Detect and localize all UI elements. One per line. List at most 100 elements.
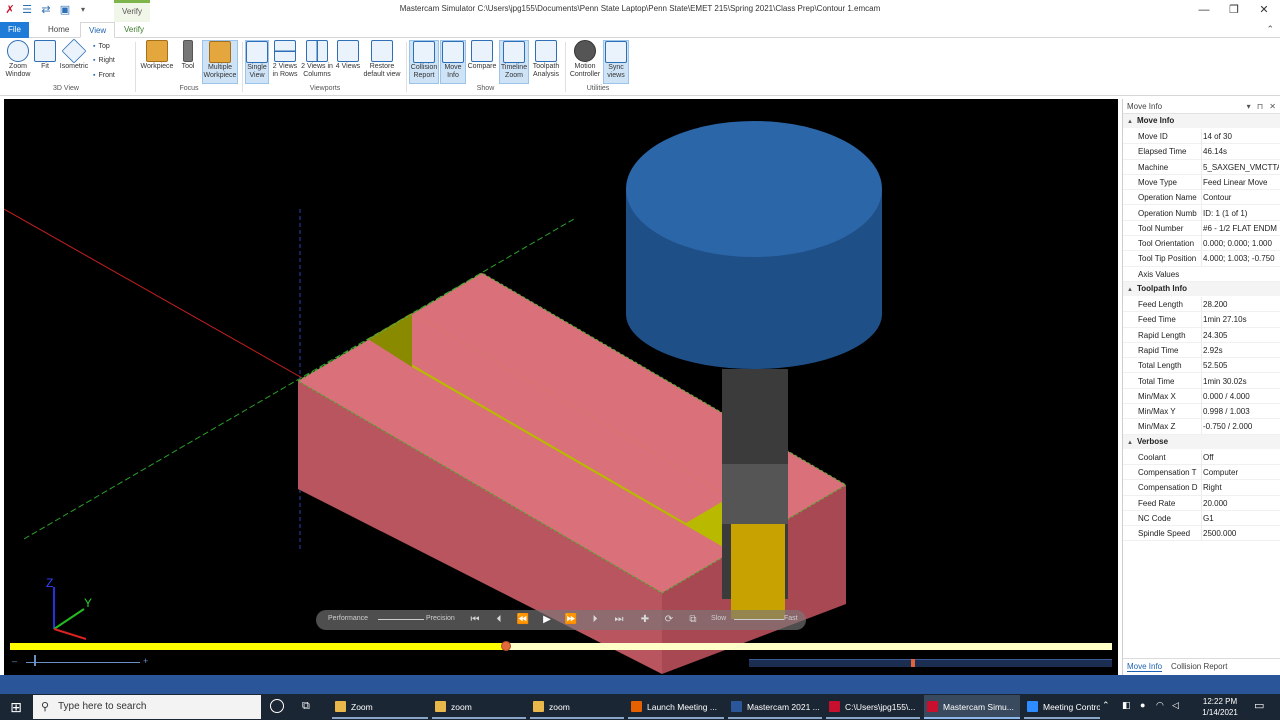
property-row: Coolant Off [1123, 449, 1280, 465]
single-view-button[interactable]: Single View [245, 40, 269, 84]
toolpath-analysis-button[interactable]: Toolpath Analysis [530, 40, 562, 84]
performance-label: Performance [328, 615, 369, 622]
taskbar-search-box[interactable]: ⚲ Type here to search [33, 695, 261, 719]
overview-marker [911, 659, 915, 667]
volume-icon[interactable]: ◁ [1172, 700, 1179, 711]
taskbar-app-button[interactable]: zoom [530, 695, 624, 719]
fast-forward-icon[interactable]: ⏩ [564, 613, 578, 627]
step-forward-icon[interactable]: ⏵ [588, 613, 602, 627]
zoom-window-button[interactable]: Zoom Window [3, 40, 33, 84]
section-header[interactable]: Toolpath Info [1123, 282, 1280, 296]
section-header[interactable]: Move Info [1123, 114, 1280, 128]
workpiece-button[interactable]: Workpiece [140, 40, 174, 84]
two-views-columns-button[interactable]: 2 Views in Columns [301, 40, 333, 84]
taskbar-app-button[interactable]: Launch Meeting ... [628, 695, 724, 719]
compare-icon [471, 40, 493, 62]
first-move-icon[interactable]: ⏮ [468, 613, 482, 627]
tab-move-info[interactable]: Move Info [1127, 662, 1163, 672]
gizmo-x [53, 628, 87, 640]
simulation-viewport[interactable]: Z Y Performance Precision ⏮ ⏴ ⏪ ▶ ⏩ ⏵ ⏭ … [4, 99, 1118, 675]
move-info-button[interactable]: Move Info [440, 40, 466, 84]
group-separator [406, 42, 407, 92]
save-icon[interactable]: ▣ [58, 3, 72, 17]
move-info-panel: Move Info ▾ ⊓ ✕ Move Info Move ID 14 of 30… [1122, 99, 1280, 675]
taskbar-app-button[interactable]: Meeting Controls [1024, 695, 1100, 719]
tool-button[interactable]: Tool [176, 40, 200, 84]
restore-button[interactable]: ❐ [1218, 0, 1250, 22]
microphone-icon[interactable]: ● [1140, 700, 1145, 710]
zoom-in-button[interactable]: + [143, 656, 148, 666]
restore-view-icon [371, 40, 393, 62]
multiple-workpiece-button[interactable]: Multiple Workpiece [202, 40, 238, 84]
quick-access-dropdown-icon[interactable]: ▾ [76, 3, 90, 17]
windows-start-icon[interactable]: ⊞ [8, 699, 24, 715]
task-view-icon[interactable]: ⧉ [302, 700, 310, 713]
motion-controller-button[interactable]: Motion Controller [568, 40, 602, 84]
stop-conditions-icon[interactable]: ⧉ [686, 613, 700, 627]
app-icon [731, 701, 742, 712]
panel-window-icons[interactable]: ▾ ⊓ ✕ [1247, 99, 1278, 114]
restore-default-view-button[interactable]: Restore default view [362, 40, 402, 84]
wifi-icon[interactable]: ◠ [1156, 700, 1164, 711]
taskbar-app-button[interactable]: Mastercam 2021 ... [728, 695, 822, 719]
add-stop-icon[interactable]: ✚ [638, 613, 652, 627]
front-view-button[interactable]: Front [93, 71, 114, 81]
property-value: 0.998 / 1.003 [1201, 404, 1279, 420]
performance-slider[interactable] [378, 619, 424, 620]
taskbar-app-button[interactable]: C:\Users\jpg155\... [826, 695, 920, 719]
property-key: Machine [1138, 162, 1169, 172]
taskbar-app-button[interactable]: Mastercam Simu... [924, 695, 1020, 719]
tab-view[interactable]: View [80, 22, 116, 38]
group-separator [135, 42, 136, 92]
clock[interactable]: 12:22 PM 1/14/2021 [1196, 696, 1244, 718]
property-row: Compensation D Right [1123, 480, 1280, 496]
tray-expand-icon[interactable]: ⌃ [1102, 700, 1110, 711]
tab-file[interactable]: File [0, 22, 29, 38]
cortana-icon[interactable] [270, 699, 284, 713]
right-view-button[interactable]: Right [93, 56, 114, 66]
last-move-icon[interactable]: ⏭ [612, 613, 626, 627]
multiple-workpiece-icon [209, 41, 231, 63]
four-views-button[interactable]: 4 Views [334, 40, 362, 84]
taskbar-app-button[interactable]: zoom [432, 695, 526, 719]
fit-button[interactable]: Fit [33, 40, 57, 84]
timeline-zoom-bar: – + [12, 655, 162, 667]
gizmo-z-label: Z [46, 576, 53, 590]
sync-views-button[interactable]: Sync views [603, 40, 629, 84]
section-header[interactable]: Verbose [1123, 434, 1280, 449]
compare-button[interactable]: Compare [467, 40, 497, 84]
app-label: Mastercam Simu... [943, 702, 1014, 712]
close-button[interactable]: ✕ [1248, 0, 1280, 22]
two-views-rows-button[interactable]: 2 Views in Rows [270, 40, 300, 84]
taskbar-app-button[interactable]: Zoom [332, 695, 428, 719]
app-label: Zoom [351, 702, 373, 712]
timeline-playhead[interactable] [500, 641, 511, 651]
property-row: Rapid Time 2.92s [1123, 342, 1280, 359]
tool-neck [722, 464, 788, 524]
property-row: NC Code G1 [1123, 510, 1280, 527]
zoom-window-icon [7, 40, 29, 62]
simulation-timeline[interactable] [10, 641, 1112, 651]
isometric-button[interactable]: Isometric [58, 38, 90, 84]
notifications-icon[interactable]: ▭ [1254, 699, 1264, 712]
collision-report-button[interactable]: Collision Report [409, 40, 439, 84]
network-icon[interactable]: ◧ [1122, 700, 1131, 711]
play-icon[interactable]: ▶ [540, 613, 554, 627]
timeline-overview[interactable] [749, 659, 1112, 667]
rewind-icon[interactable]: ⏪ [516, 613, 530, 627]
property-value: 14 of 30 [1201, 129, 1279, 144]
collapse-ribbon-icon[interactable]: ⌃ [1266, 24, 1274, 35]
top-view-button[interactable]: Top [93, 42, 109, 52]
tab-home[interactable]: Home [40, 22, 77, 38]
step-back-icon[interactable]: ⏴ [492, 613, 506, 627]
zoom-out-button[interactable]: – [12, 656, 17, 666]
menu-icon[interactable]: ☰ [20, 3, 34, 17]
speed-slider[interactable] [734, 619, 784, 620]
tab-verify[interactable]: Verify [116, 22, 152, 38]
tab-collision-report[interactable]: Collision Report [1171, 662, 1227, 671]
timeline-zoom-button[interactable]: Timeline Zoom [499, 40, 529, 84]
minimize-button[interactable]: — [1188, 0, 1220, 22]
loop-icon[interactable]: ⟳ [662, 613, 676, 627]
open-icon[interactable]: ⇄ [39, 3, 53, 17]
zoom-thumb[interactable] [34, 655, 36, 666]
